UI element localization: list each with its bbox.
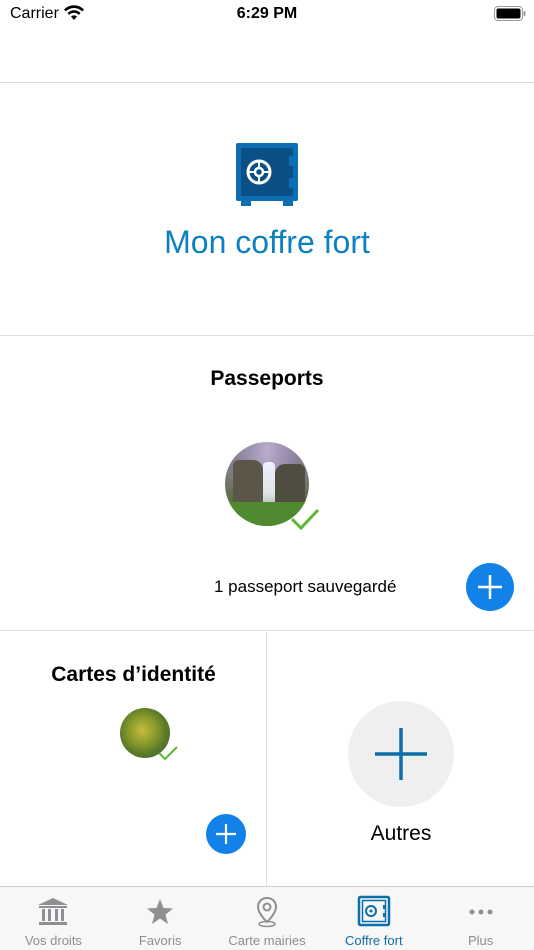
others-label: Autres <box>370 822 432 845</box>
tab-label: Coffre fort <box>345 933 403 948</box>
tab-label: Favoris <box>138 933 182 948</box>
passports-section[interactable]: Passeports 1 passeport sauvegardé <box>0 337 534 631</box>
photo-cliff-left <box>233 460 263 505</box>
others-section[interactable]: Autres <box>268 632 534 886</box>
id-cards-title: Cartes d’identité <box>51 663 216 686</box>
plus-icon <box>478 575 502 599</box>
passport-count: 1 passeport sauvegardé <box>214 577 397 596</box>
navigation-bar <box>0 30 534 83</box>
tab-coffre-fort[interactable]: Coffre fort <box>320 887 427 950</box>
page-title: Mon coffre fort <box>164 224 370 260</box>
tab-favoris[interactable]: Favoris <box>107 887 214 950</box>
tab-bar: Vos droits Favoris Carte mairies Coffre … <box>0 886 534 950</box>
tab-label: Carte mairies <box>228 933 306 948</box>
battery-icon <box>494 6 526 21</box>
checkmark-icon <box>290 508 320 530</box>
safe-icon <box>357 895 391 927</box>
plus-icon <box>375 728 427 780</box>
tab-plus[interactable]: Plus <box>427 887 534 950</box>
photo-cliff-right <box>275 464 305 504</box>
map-pin-icon <box>256 896 277 928</box>
add-passport-button[interactable] <box>466 563 514 611</box>
tab-label: Vos droits <box>24 933 82 948</box>
id-cards-section[interactable]: Cartes d’identité <box>0 632 267 886</box>
passports-title: Passeports <box>210 367 324 390</box>
clock: 6:29 PM <box>236 5 298 22</box>
checkmark-icon <box>158 746 178 761</box>
star-icon <box>147 899 174 924</box>
more-icon <box>469 909 493 915</box>
plus-icon <box>216 824 236 844</box>
bank-icon <box>38 898 69 925</box>
tab-carte-mairies[interactable]: Carte mairies <box>214 887 321 950</box>
vault-header: Mon coffre fort <box>0 84 534 336</box>
add-other-button[interactable] <box>348 701 454 807</box>
status-bar: Carrier 6:29 PM <box>0 0 534 30</box>
tab-label: Plus <box>467 933 494 948</box>
tab-vos-droits[interactable]: Vos droits <box>0 887 107 950</box>
safe-icon <box>236 143 298 206</box>
add-id-card-button[interactable] <box>206 814 246 854</box>
